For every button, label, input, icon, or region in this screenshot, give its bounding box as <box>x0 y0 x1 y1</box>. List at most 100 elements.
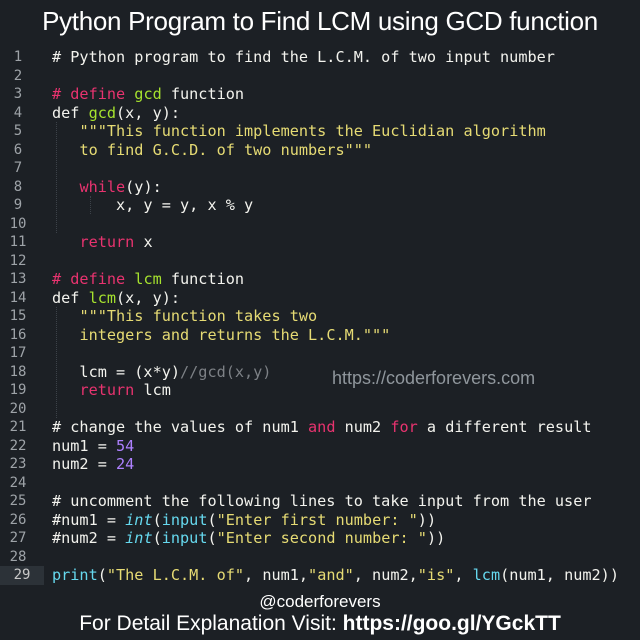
line-number: 18 <box>9 363 27 380</box>
code-text: #num2 = int(input("Enter second number: … <box>52 529 445 548</box>
code-line[interactable]: 19 return lcm <box>0 381 640 400</box>
line-number: 25 <box>9 493 27 509</box>
code-token: # change the values of num1 <box>52 418 309 436</box>
line-number: 8 <box>13 178 23 195</box>
code-line[interactable]: 17 <box>0 344 640 363</box>
code-token: x, y = y, x % y <box>52 196 254 214</box>
code-text: lcm = (x*y)//gcd(x,y) <box>52 363 271 382</box>
code-line[interactable]: 5 """This function implements the Euclid… <box>0 122 640 141</box>
code-token: , num1, <box>244 566 309 584</box>
line-number: 13 <box>9 271 27 287</box>
code-text: integers and returns the L.C.M.""" <box>52 326 390 345</box>
code-token: ( <box>152 529 162 547</box>
code-token: def <box>52 103 89 122</box>
code-line[interactable]: 14 def lcm(x, y): <box>0 289 640 308</box>
line-number: 19 <box>9 382 27 398</box>
line-number: 20 <box>9 400 27 417</box>
line-number: 21 <box>9 419 27 435</box>
code-token: ( <box>152 510 162 529</box>
code-token: num2 = <box>52 455 117 473</box>
code-line[interactable]: 13 # define lcm function <box>0 270 640 289</box>
code-line[interactable]: 8 while(y): <box>0 178 640 197</box>
code-text: def lcm(x, y): <box>52 289 180 308</box>
code-text: return lcm <box>52 381 170 400</box>
code-line[interactable]: 11 return x <box>0 233 640 252</box>
code-editor[interactable]: 1 # Python program to find the L.C.M. of … <box>0 48 640 585</box>
code-token: lcm <box>134 270 162 288</box>
code-token: )) <box>426 529 446 547</box>
code-text: """This function takes two <box>52 307 317 326</box>
code-line[interactable]: 12 <box>0 252 640 271</box>
code-line[interactable]: 7 <box>0 159 640 178</box>
line-number: 14 <box>9 289 27 306</box>
code-line[interactable]: 15 """This function takes two <box>0 307 640 326</box>
code-token: to find G.C.D. of two numbers""" <box>79 140 373 159</box>
code-token: integers and returns the L.C.M.""" <box>79 325 391 344</box>
line-number: 15 <box>9 308 27 324</box>
code-token: input <box>161 510 208 529</box>
code-token: """This function implements the Euclidia… <box>79 122 546 140</box>
code-token: return <box>79 233 135 251</box>
code-token: # define <box>52 85 135 103</box>
code-line[interactable]: 26 #num1 = int(input("Enter first number:… <box>0 511 640 530</box>
code-line[interactable]: 24 <box>0 474 640 493</box>
code-token: # define <box>52 270 135 288</box>
line-number: 26 <box>9 511 27 528</box>
line-number: 29 <box>0 566 44 585</box>
code-token: def <box>52 288 89 307</box>
code-token: lcm <box>472 566 501 584</box>
code-line[interactable]: 22 num1 = 54 <box>0 437 640 456</box>
code-token: # uncomment the following lines to take … <box>52 492 592 510</box>
code-line[interactable]: 3 # define gcd function <box>0 85 640 104</box>
code-line[interactable]: 18 lcm = (x*y)//gcd(x,y) <box>0 363 640 382</box>
code-line[interactable]: 9 x, y = y, x % y <box>0 196 640 215</box>
line-number: 23 <box>9 456 27 472</box>
line-number: 11 <box>9 234 27 250</box>
code-text: # change the values of num1 and num2 for… <box>52 418 592 437</box>
code-text: # define lcm function <box>52 270 244 289</box>
code-text: # define gcd function <box>52 85 244 104</box>
line-number: 4 <box>13 104 23 121</box>
code-line[interactable]: 29 print("The L.C.M. of", num1,"and", num… <box>0 566 640 585</box>
code-token: while <box>79 177 126 196</box>
code-token: lcm = (x*y) <box>52 362 181 381</box>
code-token: , num2, <box>353 566 418 584</box>
code-line[interactable]: 16 integers and returns the L.C.M.""" <box>0 326 640 345</box>
code-line[interactable]: 1 # Python program to find the L.C.M. of … <box>0 48 640 67</box>
code-token: and <box>308 418 336 436</box>
code-line[interactable]: 10 <box>0 215 640 234</box>
code-token: ( <box>97 566 107 584</box>
code-line[interactable]: 27 #num2 = int(input("Enter second number… <box>0 529 640 548</box>
line-number: 17 <box>9 345 27 361</box>
code-token: #num1 = <box>52 510 126 529</box>
social-handle: @coderforevers <box>259 592 381 611</box>
code-line[interactable]: 2 <box>0 67 640 86</box>
code-line[interactable]: 4 def gcd(x, y): <box>0 104 640 123</box>
code-token: num2 <box>335 418 391 436</box>
code-line[interactable]: 20 <box>0 400 640 419</box>
line-number: 5 <box>13 123 23 139</box>
code-token: "The L.C.M. of" <box>106 566 245 584</box>
code-text: x, y = y, x % y <box>52 196 253 215</box>
code-token: #num2 = <box>52 529 126 547</box>
code-token: (x, y): <box>116 103 181 122</box>
code-token: "Enter first number: " <box>216 510 418 529</box>
code-token: ( <box>207 510 217 529</box>
footer-link[interactable]: https://goo.gl/YGckTT <box>343 612 561 635</box>
code-text: while(y): <box>52 177 161 197</box>
code-line[interactable]: 6 to find G.C.D. of two numbers""" <box>0 141 640 160</box>
code-token: (x, y): <box>116 288 181 307</box>
line-number: 16 <box>9 326 27 343</box>
code-line[interactable]: 21 # change the values of num1 and num2 f… <box>0 418 640 437</box>
code-line[interactable]: 28 <box>0 548 640 567</box>
code-text: #num1 = int(input("Enter first number: "… <box>52 511 436 530</box>
code-line[interactable]: 23 num2 = 24 <box>0 455 640 474</box>
code-text: return x <box>52 233 152 252</box>
code-token: gcd <box>88 103 117 122</box>
code-text: to find G.C.D. of two numbers""" <box>52 141 372 160</box>
code-line[interactable]: 25 # uncomment the following lines to tak… <box>0 492 640 511</box>
code-token: ( <box>207 529 217 547</box>
